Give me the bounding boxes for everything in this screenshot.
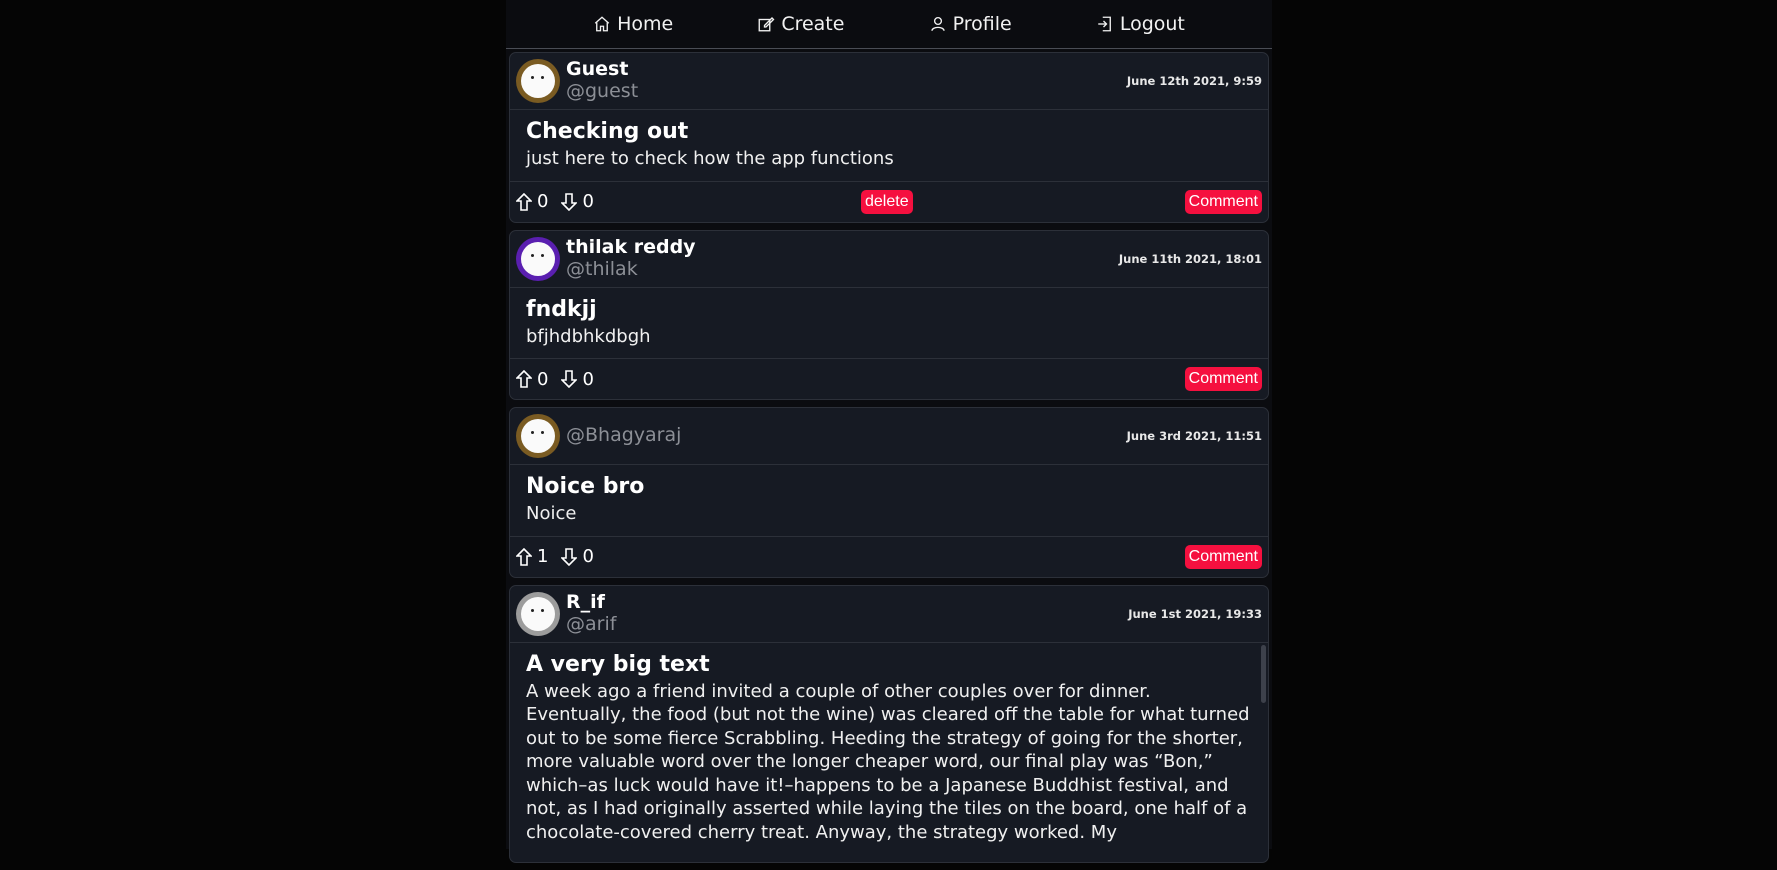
post-text: bfjhdbhkdbgh xyxy=(526,325,651,347)
top-navigation: Home Create Profile Logout xyxy=(506,0,1272,49)
avatar[interactable] xyxy=(516,59,560,103)
post-title: A very big text xyxy=(526,651,710,677)
edit-icon xyxy=(758,17,775,32)
downvote-count: 0 xyxy=(582,368,594,390)
post-header: Guest @guest June 12th 2021, 9:59 xyxy=(510,53,1268,110)
post-footer: 0 0 Comment xyxy=(510,359,1268,399)
delete-button[interactable]: delete xyxy=(861,189,913,214)
post-card: thilak reddy @thilak June 11th 2021, 18:… xyxy=(509,229,1269,400)
post-title: Noice bro xyxy=(526,474,645,499)
post-body-scrollable[interactable]: A very big text A week ago a friend invi… xyxy=(510,643,1268,862)
author-handle[interactable]: @Bhagyaraj xyxy=(566,424,681,447)
downvote-count: 0 xyxy=(582,191,594,212)
upvote-count: 0 xyxy=(537,368,549,390)
post-text: Noice xyxy=(526,503,577,524)
post-title: Checking out xyxy=(526,119,689,144)
main-column: Home Create Profile Logout Guest @guest … xyxy=(506,0,1272,863)
downvote-arrow-icon[interactable] xyxy=(561,192,578,211)
nav-create-label: Create xyxy=(781,13,845,35)
avatar[interactable] xyxy=(516,414,560,458)
post-date: June 1st 2021, 19:33 xyxy=(1128,606,1262,621)
avatar-face-icon xyxy=(521,64,555,98)
nav-profile-link[interactable]: Profile xyxy=(929,13,1012,35)
nav-create-link[interactable]: Create xyxy=(757,13,844,35)
comment-button[interactable]: Comment xyxy=(1184,189,1262,214)
upvote-arrow-icon[interactable] xyxy=(516,370,532,388)
nav-profile-label: Profile xyxy=(952,13,1012,35)
author-handle[interactable]: @arif xyxy=(566,613,616,636)
post-footer: 0 0 delete Comment xyxy=(510,182,1268,222)
nav-home-link[interactable]: Home xyxy=(593,13,673,35)
scrollbar-thumb[interactable] xyxy=(1261,644,1266,703)
post-card: @Bhagyaraj June 3rd 2021, 11:51 Noice br… xyxy=(509,407,1269,578)
avatar[interactable] xyxy=(516,236,560,281)
upvote-count: 0 xyxy=(537,191,549,212)
avatar-face-icon xyxy=(521,241,555,276)
avatar-face-icon xyxy=(521,419,555,453)
post-title: fndkjj xyxy=(526,296,597,322)
vote-controls: 1 0 xyxy=(516,546,594,567)
vote-controls: 0 0 xyxy=(516,191,594,212)
post-card: R_if @arif June 1st 2021, 19:33 A very b… xyxy=(509,584,1269,863)
user-icon xyxy=(930,16,945,31)
post-body: Noice bro Noice xyxy=(510,465,1268,537)
post-body: fndkjj bfjhdbhkdbgh xyxy=(510,288,1268,359)
logout-icon xyxy=(1098,16,1111,32)
post-date: June 12th 2021, 9:59 xyxy=(1126,74,1262,88)
post-footer: 1 0 Comment xyxy=(510,537,1268,577)
avatar[interactable] xyxy=(516,591,560,636)
post-feed: Guest @guest June 12th 2021, 9:59 Checki… xyxy=(509,52,1269,870)
comment-button[interactable]: Comment xyxy=(1184,367,1262,391)
post-card: Guest @guest June 12th 2021, 9:59 Checki… xyxy=(509,52,1269,223)
post-text: A week ago a friend invited a couple of … xyxy=(526,680,1250,843)
author-display-name[interactable]: Guest xyxy=(566,58,638,81)
author-display-name[interactable]: R_if xyxy=(566,591,616,614)
nav-logout-link[interactable]: Logout xyxy=(1096,13,1185,35)
nav-logout-label: Logout xyxy=(1119,13,1185,35)
avatar-face-icon xyxy=(521,596,555,631)
post-header: R_if @arif June 1st 2021, 19:33 xyxy=(510,586,1268,643)
comment-button[interactable]: Comment xyxy=(1184,544,1262,569)
upvote-count: 1 xyxy=(537,546,549,567)
post-header: @Bhagyaraj June 3rd 2021, 11:51 xyxy=(510,408,1268,465)
nav-home-label: Home xyxy=(617,13,674,35)
post-date: June 3rd 2021, 11:51 xyxy=(1126,429,1262,443)
upvote-arrow-icon[interactable] xyxy=(516,547,532,566)
vote-controls: 0 0 xyxy=(516,369,594,390)
upvote-arrow-icon[interactable] xyxy=(516,192,532,211)
home-icon xyxy=(594,16,610,32)
author-display-name[interactable]: thilak reddy xyxy=(566,236,696,259)
downvote-arrow-icon[interactable] xyxy=(561,370,578,388)
author-info: R_if @arif xyxy=(566,591,616,636)
downvote-arrow-icon[interactable] xyxy=(561,547,578,566)
post-date: June 11th 2021, 18:01 xyxy=(1118,251,1262,266)
author-handle[interactable]: @guest xyxy=(566,80,638,103)
downvote-count: 0 xyxy=(582,546,594,567)
author-info: Guest @guest xyxy=(566,58,638,103)
post-header: thilak reddy @thilak June 11th 2021, 18:… xyxy=(510,231,1268,288)
author-info: thilak reddy @thilak xyxy=(566,236,696,281)
author-info: @Bhagyaraj xyxy=(566,424,681,447)
post-body: Checking out just here to check how the … xyxy=(510,110,1268,182)
author-handle[interactable]: @thilak xyxy=(566,258,696,281)
post-text: just here to check how the app functions xyxy=(526,148,894,169)
